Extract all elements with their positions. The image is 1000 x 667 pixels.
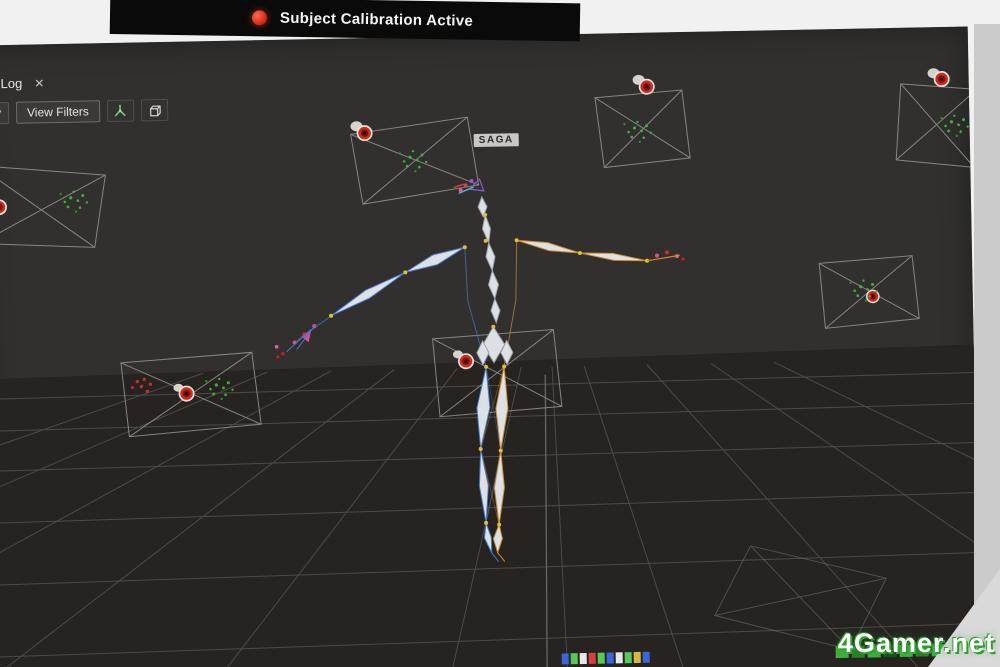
subject-name-badge: SAGA [474,133,519,147]
banner-label: Subject Calibration Active [280,9,473,29]
view-dropdown-button[interactable]: ▼ [0,102,9,124]
axis-tool-button[interactable] [107,100,134,123]
strip-cell [616,652,623,663]
axis-icon [112,103,128,119]
strip-cell [589,653,596,664]
tab-log[interactable]: Log ✕ [0,75,44,91]
log-tab-label: Log [0,76,22,91]
strip-cell [634,652,641,663]
strip-cell [580,653,587,664]
viewport-canvas[interactable] [0,27,980,667]
watermark: 4Gamer.net [838,628,995,659]
strip-cell [607,652,614,663]
strip-cell [643,652,650,663]
strip-cell [571,653,578,664]
timeline-strip [562,652,652,665]
view-filters-button[interactable]: View Filters [16,100,100,124]
cube-icon [146,102,162,118]
dropdown-arrow-icon: ▼ [0,108,3,117]
monitor-bezel [974,24,1000,667]
photo-background: Subject Calibration Active [0,0,1000,667]
viewport-toolbar: ▼ View Filters [0,99,168,124]
record-indicator-icon [252,10,267,25]
cube-tool-button[interactable] [141,99,168,122]
app-screen: Log ✕ ▼ View Filters SAGA [0,27,980,667]
strip-cell [598,653,605,664]
strip-cell [562,653,569,664]
close-icon[interactable]: ✕ [34,76,44,90]
strip-cell [625,652,632,663]
subject-calibration-banner: Subject Calibration Active [110,0,581,41]
